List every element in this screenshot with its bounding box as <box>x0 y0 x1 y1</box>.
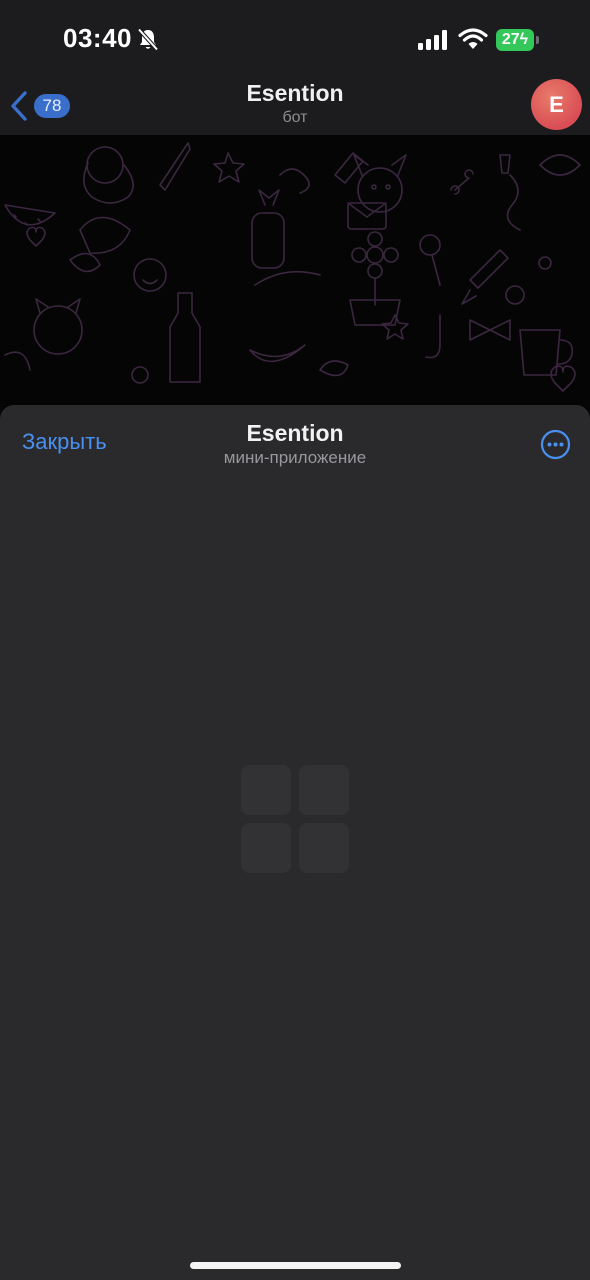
placeholder-tile <box>241 823 291 873</box>
wifi-icon <box>458 28 488 49</box>
chat-title[interactable]: Esention <box>0 80 590 107</box>
battery-cap <box>536 36 539 44</box>
doodle-pattern <box>4 142 581 392</box>
chat-header: 78 Esention бот E <box>0 78 590 135</box>
placeholder-tile <box>241 765 291 815</box>
battery-charging-icon: 27 ϟ <box>496 29 534 51</box>
charging-bolt-icon: ϟ <box>519 31 529 48</box>
ellipsis-circle-icon[interactable] <box>540 429 571 460</box>
mini-app-subtitle: мини-приложение <box>223 448 367 467</box>
placeholder-tile <box>299 765 349 815</box>
bell-off-icon <box>137 28 159 51</box>
phone-screen: 03:40 27 ϟ 78 Esention бот E Закрыть Ese… <box>0 0 590 1280</box>
home-indicator[interactable] <box>190 1262 401 1269</box>
battery-level: 27 <box>501 31 520 48</box>
mini-app-title: Esention <box>246 420 344 446</box>
placeholder-tile <box>299 823 349 873</box>
chat-subtitle: бот <box>282 109 308 126</box>
avatar-letter: E <box>549 91 564 117</box>
cellular-signal-icon <box>418 30 447 50</box>
status-time: 03:40 <box>63 23 132 53</box>
chat-wallpaper <box>0 135 590 415</box>
mini-app-sheet: Закрыть Esention мини-приложение <box>0 405 590 1280</box>
avatar[interactable]: E <box>531 79 582 130</box>
status-bar: 03:40 27 ϟ <box>0 0 590 78</box>
grid-placeholder-icon <box>241 765 349 873</box>
